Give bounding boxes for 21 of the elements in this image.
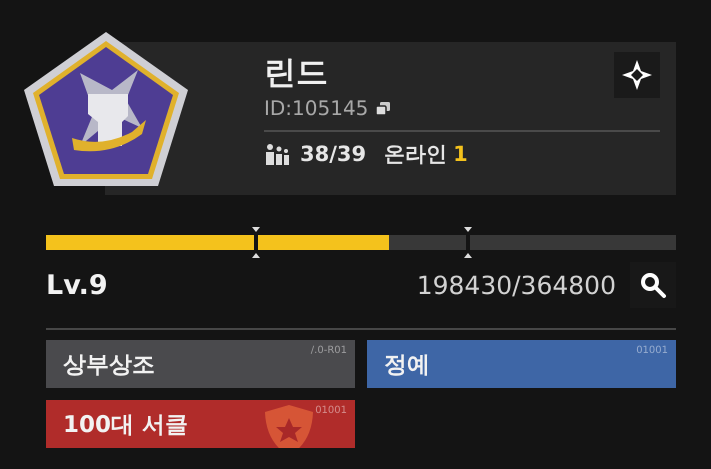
- tag-code: 01001: [315, 405, 347, 416]
- member-count: 38/39: [300, 142, 366, 166]
- milestone-marker-icon: [250, 227, 261, 258]
- level-label: Lv.9: [46, 270, 108, 300]
- club-name: 린드: [264, 52, 328, 92]
- tag-label: 정예: [384, 350, 430, 380]
- search-button[interactable]: [630, 262, 676, 308]
- online-label: 온라인: [384, 141, 448, 168]
- online-count: 1: [453, 142, 468, 166]
- tag-label: 상부상조: [63, 350, 155, 380]
- copy-icon[interactable]: [376, 102, 390, 114]
- search-icon: [638, 270, 668, 300]
- tag-code: /.0-R01: [310, 345, 347, 356]
- tag-label: 100대 서클: [63, 410, 188, 440]
- crosshair-icon: [620, 58, 654, 92]
- crosshair-icon-button[interactable]: [614, 52, 660, 98]
- members-icon: [264, 143, 290, 165]
- experience-reading: 198430/364800: [416, 270, 616, 300]
- milestone-marker-icon: [463, 227, 474, 258]
- club-id: ID:105145: [264, 96, 368, 120]
- tag-code: 01001: [636, 345, 668, 356]
